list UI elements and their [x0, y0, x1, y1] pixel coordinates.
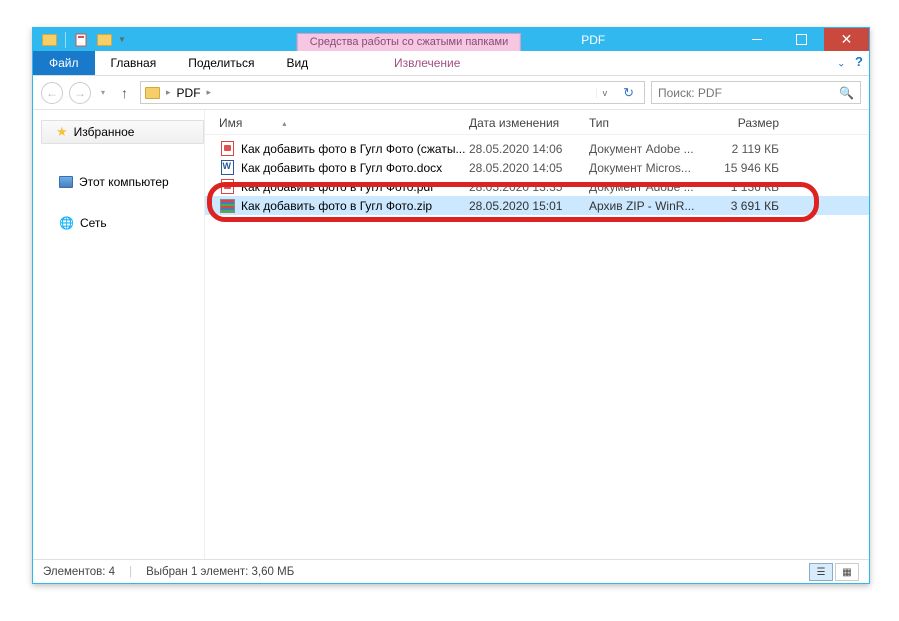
network-icon: 🌐 — [59, 216, 74, 230]
tab-extract[interactable]: Извлечение — [378, 51, 476, 75]
file-name: Как добавить фото в Гугл Фото.pdf — [241, 180, 469, 194]
folder-icon[interactable] — [41, 32, 57, 48]
file-date: 28.05.2020 13:35 — [469, 180, 589, 194]
address-row: ← → ▾ ↑ ▸ PDF ▸ v ↻ 🔍 — [33, 76, 869, 110]
sidebar-item-this-pc[interactable]: Этот компьютер — [41, 172, 204, 192]
window-title: PDF — [581, 33, 605, 47]
tab-view[interactable]: Вид — [270, 51, 324, 75]
file-view: Имя ▴ Дата изменения Тип Размер Как доба… — [205, 110, 869, 559]
view-toggles: ☰ ▦ — [809, 563, 859, 581]
large-icons-view-icon[interactable]: ▦ — [835, 563, 859, 581]
body: ★ Избранное Этот компьютер 🌐 Сеть Имя ▴ … — [33, 110, 869, 559]
maximize-button[interactable] — [779, 28, 824, 51]
compressed-tools-context-tab[interactable]: Средства работы со сжатыми папками — [297, 33, 521, 51]
sidebar-item-network[interactable]: 🌐 Сеть — [41, 213, 204, 233]
history-dropdown-icon[interactable]: ▾ — [97, 88, 109, 97]
tab-file[interactable]: Файл — [33, 51, 95, 75]
qat-separator — [65, 32, 66, 48]
quick-access-toolbar: ▼ — [33, 28, 126, 51]
file-size: 15 946 КБ — [711, 161, 789, 175]
file-type: Документ Adobe ... — [589, 180, 711, 194]
file-date: 28.05.2020 14:05 — [469, 161, 589, 175]
star-icon: ★ — [56, 124, 68, 140]
folder-icon — [145, 87, 160, 99]
window-controls: ✕ — [734, 28, 869, 51]
address-dropdown-icon[interactable]: v — [596, 88, 614, 98]
search-input[interactable] — [658, 86, 839, 100]
back-button[interactable]: ← — [41, 82, 63, 104]
pdf-file-icon — [219, 179, 235, 195]
ribbon-tabs: Файл Главная Поделиться Вид Извлечение ⌃… — [33, 51, 869, 76]
file-type: Документ Adobe ... — [589, 142, 711, 156]
title-center: Средства работы со сжатыми папками PDF — [297, 28, 605, 51]
file-name: Как добавить фото в Гугл Фото (сжаты... — [241, 142, 469, 156]
column-date[interactable]: Дата изменения — [469, 116, 589, 130]
breadcrumb-separator-icon[interactable]: ▸ — [164, 87, 173, 98]
column-headers: Имя ▴ Дата изменения Тип Размер — [205, 110, 869, 135]
address-bar[interactable]: ▸ PDF ▸ v ↻ — [140, 81, 645, 104]
explorer-window: ▼ Средства работы со сжатыми папками PDF… — [32, 27, 870, 584]
details-view-icon[interactable]: ☰ — [809, 563, 833, 581]
file-name: Как добавить фото в Гугл Фото.zip — [241, 199, 469, 213]
tab-home[interactable]: Главная — [95, 51, 173, 75]
file-rows: Как добавить фото в Гугл Фото (сжаты... … — [205, 135, 869, 215]
properties-icon[interactable] — [74, 32, 90, 48]
pdf-file-icon — [219, 141, 235, 157]
file-row[interactable]: Как добавить фото в Гугл Фото.zip 28.05.… — [205, 196, 869, 215]
file-date: 28.05.2020 15:01 — [469, 199, 589, 213]
ribbon-expand-icon[interactable]: ⌃ — [837, 56, 845, 67]
file-name: Как добавить фото в Гугл Фото.docx — [241, 161, 469, 175]
forward-button[interactable]: → — [69, 82, 91, 104]
navigation-pane: ★ Избранное Этот компьютер 🌐 Сеть — [33, 110, 205, 559]
file-row[interactable]: Как добавить фото в Гугл Фото.pdf 28.05.… — [205, 177, 869, 196]
qat-dropdown-icon[interactable]: ▼ — [118, 35, 126, 44]
file-size: 2 119 КБ — [711, 142, 789, 156]
close-button[interactable]: ✕ — [824, 28, 869, 51]
new-folder-icon[interactable] — [96, 32, 112, 48]
search-icon[interactable]: 🔍 — [839, 86, 854, 100]
breadcrumb-separator-icon[interactable]: ▸ — [205, 87, 214, 98]
sidebar-label: Сеть — [80, 216, 107, 230]
status-bar: Элементов: 4 | Выбран 1 элемент: 3,60 МБ… — [33, 559, 869, 584]
file-type: Архив ZIP - WinR... — [589, 199, 711, 213]
sort-asc-icon: ▴ — [282, 119, 286, 128]
computer-icon — [59, 176, 73, 188]
up-button[interactable]: ↑ — [115, 85, 134, 101]
refresh-icon[interactable]: ↻ — [617, 85, 640, 101]
sidebar-label: Этот компьютер — [79, 175, 169, 189]
file-size: 3 691 КБ — [711, 199, 789, 213]
column-type[interactable]: Тип — [589, 116, 711, 130]
search-box[interactable]: 🔍 — [651, 81, 861, 104]
status-item-count: Элементов: 4 — [43, 566, 115, 578]
column-size[interactable]: Размер — [711, 116, 789, 130]
column-name[interactable]: Имя ▴ — [219, 116, 469, 130]
help-icon[interactable]: ? — [855, 54, 863, 69]
file-size: 1 136 КБ — [711, 180, 789, 194]
sidebar-item-favorites[interactable]: ★ Избранное — [41, 120, 204, 144]
status-selection: Выбран 1 элемент: 3,60 МБ — [146, 566, 294, 578]
file-row[interactable]: Как добавить фото в Гугл Фото.docx 28.05… — [205, 158, 869, 177]
minimize-button[interactable] — [734, 28, 779, 51]
tab-share[interactable]: Поделиться — [172, 51, 270, 75]
file-date: 28.05.2020 14:06 — [469, 142, 589, 156]
zip-file-icon — [219, 198, 235, 214]
ribbon-right-controls: ⌃ ? — [837, 54, 863, 69]
docx-file-icon — [219, 160, 235, 176]
sidebar-label: Избранное — [74, 125, 135, 139]
file-row[interactable]: Как добавить фото в Гугл Фото (сжаты... … — [205, 139, 869, 158]
titlebar[interactable]: ▼ Средства работы со сжатыми папками PDF… — [33, 28, 869, 51]
file-type: Документ Micros... — [589, 161, 711, 175]
breadcrumb-folder[interactable]: PDF — [177, 86, 201, 100]
